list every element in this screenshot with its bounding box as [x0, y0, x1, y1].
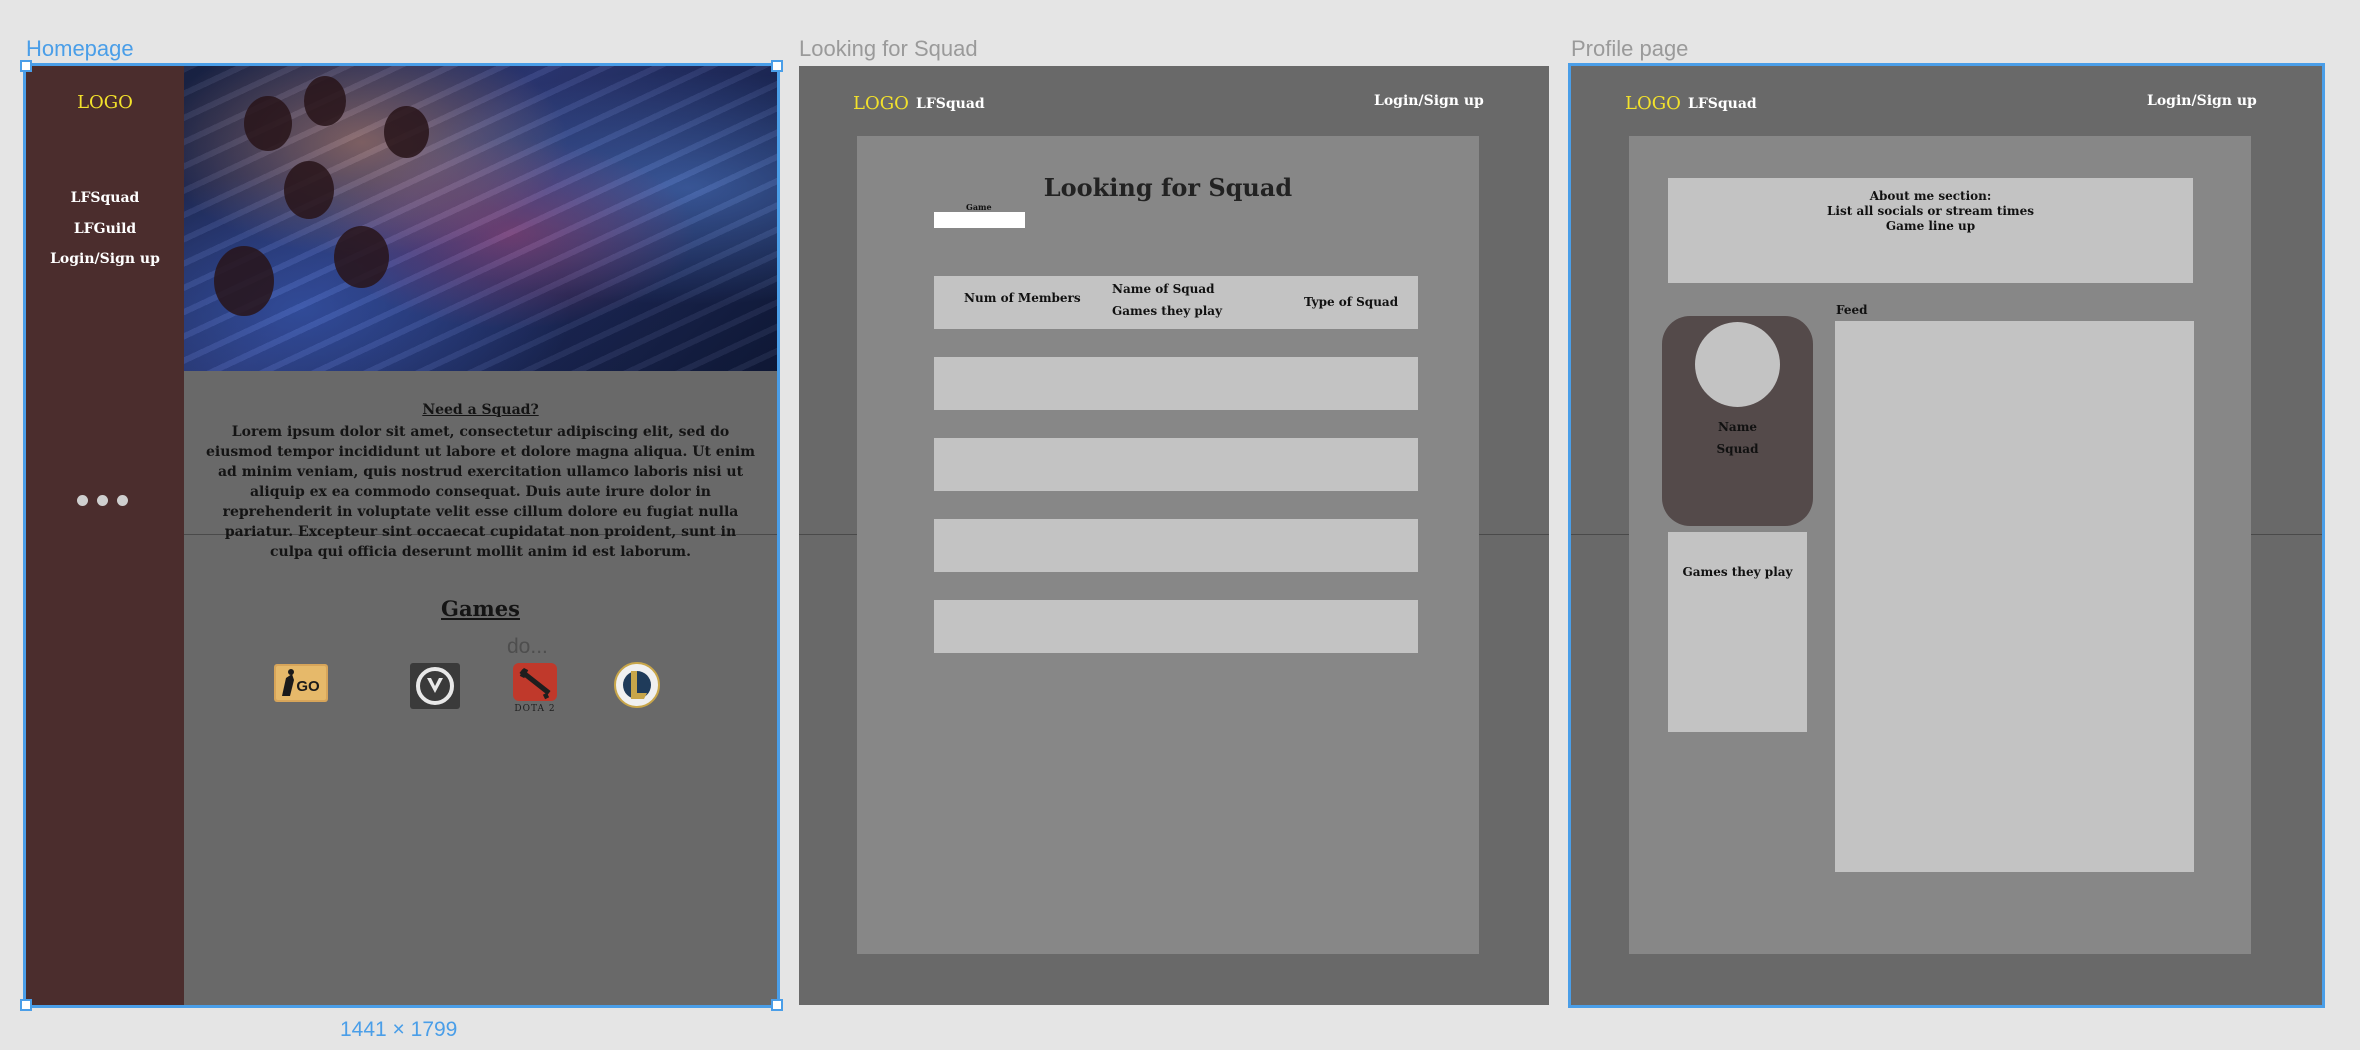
- main-panel: Looking for Squad Game Num of Members Na…: [857, 136, 1479, 954]
- about-heading: About me section:: [1869, 189, 1992, 203]
- game-filter-input[interactable]: [934, 212, 1025, 228]
- game-filter-label: Game: [966, 202, 992, 212]
- profile-name: Name: [1717, 420, 1758, 434]
- profile-card: Name Squad: [1662, 316, 1813, 526]
- resize-handle-top-right[interactable]: [771, 60, 783, 72]
- sidebar: LOGO LFSquad LFGuild Login/Sign up: [26, 66, 184, 1005]
- resize-handle-bottom-left[interactable]: [20, 999, 32, 1011]
- col-name-of-squad: Name of Squad: [1112, 282, 1215, 296]
- games-heading: Games: [441, 596, 520, 621]
- games-they-play-box: Games they play: [1668, 532, 1807, 732]
- login-signup-link[interactable]: Login/Sign up: [2147, 93, 2257, 109]
- main-panel: About me section: List all socials or st…: [1629, 136, 2251, 954]
- feed-label: Feed: [1836, 303, 1868, 317]
- table-row[interactable]: [934, 438, 1418, 491]
- about-game-lineup: Game line up: [1885, 219, 1976, 233]
- need-squad-heading: Need a Squad?: [422, 402, 539, 418]
- games-they-play-label: Games they play: [1682, 565, 1793, 579]
- col-type-of-squad: Type of Squad: [1304, 295, 1399, 309]
- profile-page-frame[interactable]: LOGO LFSquad Login/Sign up About me sect…: [1568, 63, 2325, 1008]
- looking-for-squad-frame[interactable]: LOGO LFSquad Login/Sign up Looking for S…: [799, 66, 1549, 1005]
- more-icon[interactable]: [77, 495, 128, 506]
- homepage-frame[interactable]: LOGO LFSquad LFGuild Login/Sign up Need …: [23, 63, 780, 1008]
- resize-handle-top-left[interactable]: [20, 60, 32, 72]
- nav-login-signup[interactable]: Login/Sign up: [26, 251, 184, 267]
- logo[interactable]: LOGO: [1625, 93, 1681, 114]
- dota2-icon[interactable]: DOTA 2: [510, 663, 560, 713]
- nav-lfsquad[interactable]: LFSquad: [916, 96, 985, 112]
- logo[interactable]: LOGO: [853, 93, 909, 114]
- dota2-caption: DOTA 2: [514, 704, 555, 713]
- resize-handle-bottom-right[interactable]: [771, 999, 783, 1011]
- table-header: Num of Members Name of Squad Games they …: [934, 276, 1418, 329]
- frame-label-homepage[interactable]: Homepage: [26, 36, 134, 62]
- login-signup-link[interactable]: Login/Sign up: [1374, 93, 1484, 109]
- frame-label-looking-for-squad[interactable]: Looking for Squad: [799, 36, 978, 62]
- table-row[interactable]: [934, 519, 1418, 572]
- feed-panel[interactable]: [1835, 321, 2194, 872]
- hero-image: [184, 66, 777, 371]
- table-row[interactable]: [934, 357, 1418, 410]
- league-of-legends-icon[interactable]: [609, 661, 665, 709]
- table-row[interactable]: [934, 600, 1418, 653]
- about-socials: List all socials or stream times: [1826, 204, 2035, 218]
- overwatch-icon[interactable]: [410, 663, 460, 709]
- page-title: Looking for Squad: [1043, 173, 1293, 202]
- avatar[interactable]: [1695, 322, 1780, 407]
- profile-squad: Squad: [1716, 442, 1759, 456]
- nav-lfsquad[interactable]: LFSquad: [26, 190, 184, 206]
- csgo-icon[interactable]: GO: [274, 664, 328, 702]
- nav-lfsquad[interactable]: LFSquad: [1688, 96, 1757, 112]
- frame-label-profile-page[interactable]: Profile page: [1571, 36, 1688, 62]
- selection-size-badge: 1441 × 1799: [340, 1018, 458, 1041]
- about-me-section: About me section: List all socials or st…: [1668, 178, 2193, 283]
- col-games-they-play: Games they play: [1112, 304, 1223, 318]
- logo[interactable]: LOGO: [26, 92, 184, 113]
- games-overflow-text: do...: [507, 635, 548, 658]
- nav-lfguild[interactable]: LFGuild: [26, 221, 184, 237]
- svg-text:GO: GO: [296, 678, 320, 695]
- col-num-of-members: Num of Members: [964, 291, 1081, 305]
- intro-text: Lorem ipsum dolor sit amet, consectetur …: [205, 424, 756, 560]
